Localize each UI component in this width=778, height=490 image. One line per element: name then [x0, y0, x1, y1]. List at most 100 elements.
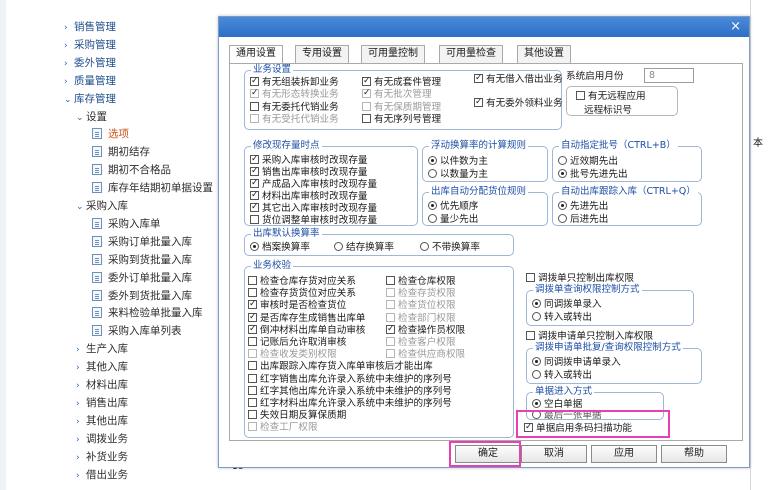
tab-other[interactable]: 其他设置 [517, 45, 571, 63]
checkbox-box[interactable] [386, 323, 395, 336]
radio-dot[interactable] [428, 169, 437, 178]
sidebar-item[interactable]: 库存年结期初单据设置 [92, 179, 213, 197]
radio-float-by-pieces[interactable]: 以件数为主 [428, 155, 488, 168]
chevron-down-icon[interactable]: ⌄ [64, 91, 74, 109]
sidebar-item[interactable]: 采购入库单 [92, 215, 161, 233]
radio-dot[interactable] [532, 299, 541, 308]
option-checkbox[interactable]: 红字其他出库允许录入系统中未维护的序列号 [248, 385, 452, 398]
chevron-right-icon[interactable]: › [76, 413, 86, 431]
close-icon[interactable]: × [730, 19, 741, 35]
checkbox-box[interactable] [474, 72, 483, 85]
checkbox-box[interactable] [250, 75, 259, 88]
sidebar-item[interactable]: › 调拨业务 [76, 430, 128, 448]
checkbox-box[interactable] [248, 385, 257, 395]
checkbox-box[interactable] [248, 288, 257, 298]
radio-dot[interactable] [428, 156, 437, 165]
chevron-down-icon[interactable]: ⌄ [76, 109, 86, 127]
checkbox-box[interactable] [248, 276, 257, 285]
radio-dot[interactable] [532, 312, 541, 321]
radio-track-fifo[interactable]: 先进先出 [558, 200, 608, 213]
chevron-right-icon[interactable]: › [76, 395, 86, 413]
sidebar-item[interactable]: 选项 [92, 125, 129, 143]
sidebar-item[interactable]: › 委外管理 [64, 54, 116, 72]
radio-dot[interactable] [420, 242, 429, 251]
radio-track-lifo[interactable]: 后进先出 [558, 213, 608, 226]
chevron-right-icon[interactable]: › [64, 55, 74, 73]
sidebar-item[interactable]: › 借出业务 [76, 466, 128, 484]
help-button[interactable]: 帮助 [661, 445, 727, 463]
radio-transfer-inout[interactable]: 转入或转出 [532, 311, 592, 324]
radio-rate-none[interactable]: 不带换算率 [420, 241, 480, 254]
checkbox-box[interactable] [248, 398, 257, 407]
option-checkbox[interactable]: 有无序列号管理 [362, 113, 441, 126]
option-checkbox[interactable]: 检查操作员权限 [386, 323, 465, 337]
radio-rate-archive[interactable]: 档案换算率 [250, 241, 310, 254]
checkbox-box[interactable] [248, 311, 257, 324]
checkbox-box[interactable] [250, 153, 259, 166]
radio-dot[interactable] [558, 201, 567, 210]
radio-batch-near-expiry[interactable]: 近效期先出 [558, 155, 618, 168]
sidebar-item[interactable]: › 销售出库 [76, 394, 128, 412]
option-checkbox[interactable]: 检查存货货位对应关系 [248, 287, 356, 300]
apply-button[interactable]: 应用 [591, 445, 657, 463]
option-checkbox[interactable]: 记账后允许取消审核 [248, 336, 346, 349]
radio-apply-inout[interactable]: 转入或转出 [532, 369, 592, 382]
tab-availability-check[interactable]: 可用量检查 [439, 45, 503, 63]
tab-special[interactable]: 专用设置 [295, 45, 349, 63]
sidebar-item[interactable]: ⌄ 库存管理 [64, 90, 116, 108]
start-month-field[interactable]: 8 [644, 68, 694, 83]
option-checkbox[interactable]: 有无委外领料业务 [474, 96, 563, 110]
checkbox-box[interactable] [248, 373, 257, 383]
tab-availability-control[interactable]: 可用量控制 [361, 45, 425, 63]
sidebar-item[interactable]: 来料检验单批量入库 [92, 304, 203, 322]
radio-dot[interactable] [250, 242, 259, 251]
checkbox-box[interactable] [474, 96, 483, 109]
option-checkbox[interactable]: 倒冲材料出库单自动审核 [248, 323, 366, 337]
checkbox-box[interactable] [250, 165, 259, 178]
checkbox-box[interactable] [526, 331, 535, 340]
sidebar-item[interactable]: › 质量管理 [64, 72, 116, 90]
radio-dot[interactable] [558, 169, 567, 178]
radio-transfer-same[interactable]: 同调拨单录入 [532, 298, 602, 311]
sidebar-item[interactable]: › 其他出库 [76, 412, 128, 430]
option-checkbox[interactable]: 有无借入借出业务 [474, 72, 563, 86]
sidebar-item[interactable]: 采购到货批量入库 [92, 251, 192, 269]
cancel-button[interactable]: 取消 [521, 445, 587, 463]
checkbox-box[interactable] [250, 177, 259, 190]
radio-dot[interactable] [428, 201, 437, 210]
sidebar-scrollbar[interactable] [0, 0, 6, 490]
radio-dot[interactable] [558, 156, 567, 165]
option-checkbox[interactable]: 红字销售出库允许录入系统中未维护的序列号 [248, 373, 452, 386]
checkbox-box[interactable] [362, 114, 371, 123]
radio-dot[interactable] [532, 357, 541, 366]
sidebar-item[interactable]: 采购订单批量入库 [92, 233, 192, 251]
checkbox-box[interactable] [248, 361, 257, 371]
radio-dot[interactable] [532, 399, 541, 408]
checkbox-box[interactable] [576, 91, 585, 100]
sidebar-item[interactable]: 期初不合格品 [92, 161, 171, 179]
checkbox-box[interactable] [248, 298, 257, 311]
radio-apply-same[interactable]: 同调拨申请单录入 [532, 356, 621, 369]
checkbox-box[interactable] [248, 323, 257, 336]
checkbox-box[interactable] [386, 276, 395, 285]
option-checkbox[interactable]: 红字材料出库允许录入系统中未维护的序列号 [248, 397, 452, 410]
tab-general[interactable]: 通用设置 [229, 45, 283, 64]
radio-dot[interactable] [532, 370, 541, 379]
checkbox-box[interactable] [248, 337, 257, 346]
radio-dot[interactable] [334, 242, 343, 251]
sidebar-item[interactable]: › 生产入库 [76, 340, 128, 358]
option-checkbox[interactable]: 审核时是否检查货位 [248, 298, 346, 312]
radio-dot[interactable] [428, 214, 437, 223]
chevron-right-icon[interactable]: › [76, 377, 86, 395]
checkbox-box[interactable] [526, 273, 535, 282]
checkbox-box[interactable] [248, 410, 257, 420]
radio-alloc-small-first[interactable]: 量少先出 [428, 213, 478, 226]
chevron-right-icon[interactable]: › [76, 431, 86, 449]
chevron-right-icon[interactable]: › [76, 467, 86, 485]
radio-dot[interactable] [558, 214, 567, 223]
chevron-right-icon[interactable]: › [76, 359, 86, 377]
sidebar-item[interactable]: › 材料出库 [76, 376, 128, 394]
sidebar-item[interactable]: ⌄ 采购入库 [76, 197, 128, 215]
sidebar-item[interactable]: 采购入库单列表 [92, 322, 182, 340]
radio-rate-balance[interactable]: 结存换算率 [334, 241, 394, 254]
